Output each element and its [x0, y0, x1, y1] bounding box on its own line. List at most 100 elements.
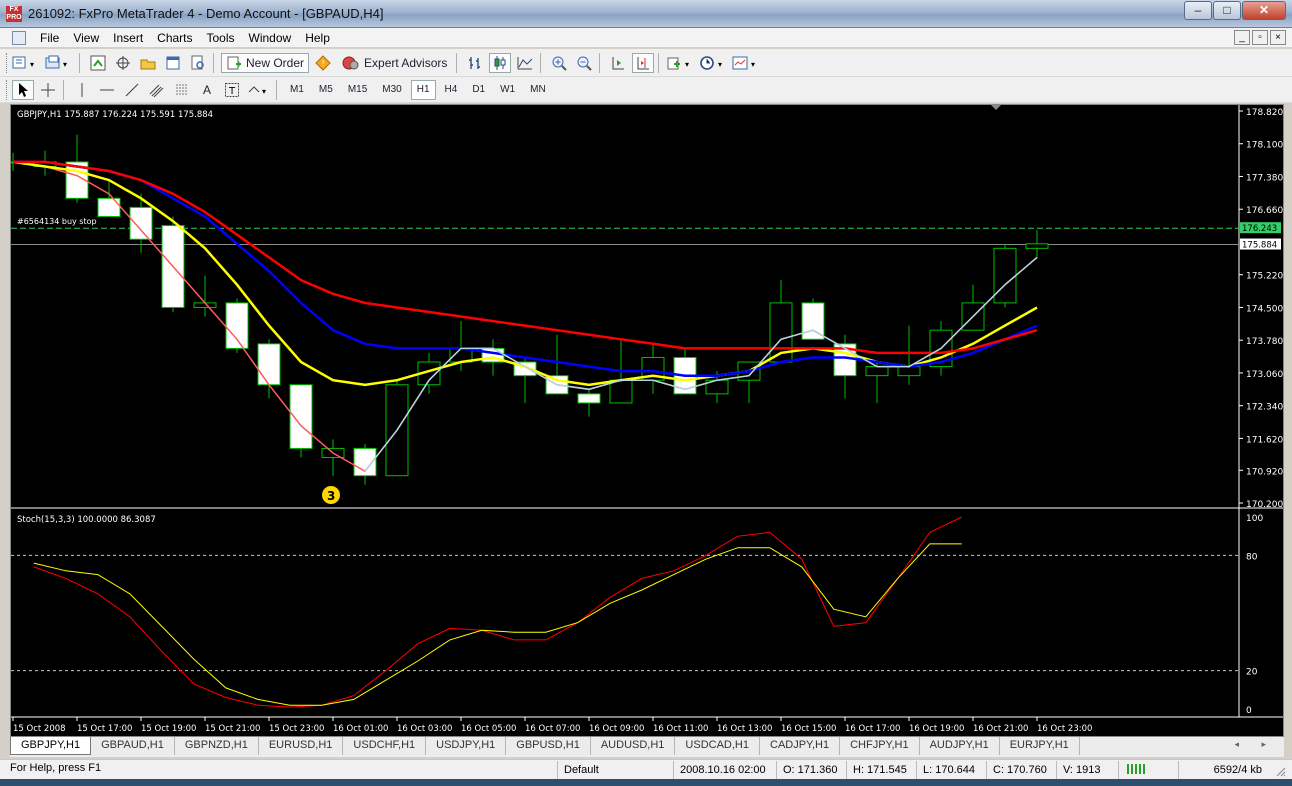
resize-grip-icon[interactable] [1274, 765, 1286, 777]
timeframe-h1-button[interactable]: H1 [410, 79, 436, 100]
candle-body [609, 379, 633, 404]
text-tool-label: A [202, 82, 211, 97]
maximize-button[interactable]: □ [1213, 1, 1241, 20]
text-label-button[interactable]: T [221, 80, 243, 100]
auto-scroll-button[interactable] [607, 53, 629, 73]
separator [63, 79, 64, 100]
tab-scroll-arrows[interactable]: ◂ ▸ [1234, 739, 1276, 750]
horizontal-line-icon [100, 89, 114, 90]
terminal-icon [166, 56, 180, 69]
new-order-button[interactable]: New Order [221, 52, 310, 73]
timeframe-m1-button[interactable]: M1 [284, 80, 310, 100]
indicators-button[interactable]: ▾ [666, 53, 696, 73]
candle-body [257, 343, 281, 386]
chart-tab[interactable]: GBPNZD,H1 [175, 737, 259, 755]
menu-tools[interactable]: Tools [201, 31, 243, 45]
bar-chart-button[interactable] [464, 53, 486, 73]
timeframe-d1-button[interactable]: D1 [466, 80, 491, 100]
child-minimize-button[interactable]: _ [1234, 30, 1250, 45]
line-chart-button[interactable] [514, 53, 536, 73]
navigator-button[interactable] [137, 53, 159, 73]
stoch-header: Stoch(15,3,3) 100.0000 86.3087 [17, 515, 156, 525]
stoch-line [33, 543, 962, 706]
chart-tab[interactable]: AUDJPY,H1 [920, 737, 1000, 755]
candle-body [129, 206, 153, 240]
chart-tab[interactable]: USDJPY,H1 [426, 737, 507, 755]
arrows-icon: ▾ [248, 85, 266, 96]
chart-tab[interactable]: EURUSD,H1 [259, 737, 344, 755]
fibonacci-button[interactable] [171, 80, 193, 100]
new-chart-button[interactable]: ▾ [12, 53, 42, 73]
minimize-button[interactable]: – [1184, 1, 1212, 20]
time-axis-label: 15 Oct 23:00 [269, 724, 324, 734]
menu-window[interactable]: Window [243, 31, 300, 45]
child-restore-button[interactable]: ▫ [1252, 30, 1268, 45]
zoom-in-button[interactable] [548, 53, 570, 73]
chart-tab[interactable]: CADJPY,H1 [760, 737, 841, 755]
templates-button[interactable]: ▾ [732, 53, 762, 73]
vertical-line-button[interactable] [71, 80, 93, 100]
warning-diamond-icon: ! [315, 54, 331, 71]
menu-charts[interactable]: Charts [151, 31, 200, 45]
timeframe-m15-button[interactable]: M15 [342, 80, 373, 100]
time-axis-label: 16 Oct 09:00 [589, 724, 644, 734]
expert-advisors-button[interactable]: Expert Advisors [337, 53, 452, 73]
separator [213, 52, 214, 73]
chart-canvas[interactable]: 178.820 178.100 177.380 176.660 175.220 174.5… [1, 105, 1283, 736]
time-axis-label: 16 Oct 13:00 [717, 724, 772, 734]
profiles-button[interactable]: ▾ [45, 53, 75, 73]
separator [658, 52, 660, 73]
market-watch-button[interactable] [87, 53, 109, 73]
time-axis-label: 15 Oct 2008 [13, 724, 66, 734]
alert-button[interactable]: ! [312, 53, 334, 73]
indicators-icon: ▾ [667, 57, 689, 69]
child-close-button[interactable]: × [1270, 30, 1286, 45]
terminal-button[interactable] [162, 53, 184, 73]
trendline-button[interactable] [121, 80, 143, 100]
menu-insert[interactable]: Insert [107, 31, 151, 45]
chart-tab[interactable]: GBPAUD,H1 [91, 737, 175, 755]
chart-tab[interactable]: USDCAD,H1 [675, 737, 760, 755]
menu-view[interactable]: View [67, 31, 107, 45]
cursor-button[interactable] [12, 79, 34, 100]
status-datetime: 2008.10.16 02:00 [673, 761, 776, 779]
data-window-button[interactable] [112, 53, 134, 73]
bid-price-label: 175.884 [1242, 241, 1277, 251]
timeframe-mn-button[interactable]: MN [524, 80, 552, 100]
chart-tab[interactable]: USDCHF,H1 [343, 737, 427, 755]
zoom-in-icon [552, 56, 568, 71]
menu-file[interactable]: File [34, 31, 67, 45]
chart-tab[interactable]: GBPJPY,H1 [10, 737, 92, 755]
chart-tab[interactable]: GBPUSD,H1 [506, 737, 591, 755]
crosshair-icon [41, 82, 55, 97]
line-chart-icon [517, 56, 533, 69]
status-profile[interactable]: Default [557, 761, 673, 779]
chart-shift-button[interactable] [632, 52, 655, 73]
toolbar-grip [6, 52, 9, 73]
status-high: H: 171.545 [846, 761, 916, 779]
chart-tab[interactable]: CHFJPY,H1 [840, 737, 920, 755]
strategy-tester-button[interactable] [187, 53, 209, 73]
status-bar: For Help, press F1 Default 2008.10.16 02… [0, 759, 1292, 779]
document-icon[interactable] [12, 30, 26, 45]
crosshair-button[interactable] [37, 80, 59, 100]
menu-help[interactable]: Help [299, 31, 338, 45]
periods-button[interactable]: ▾ [699, 53, 729, 73]
chart-window[interactable]: 178.820 178.100 177.380 176.660 175.220 174.5… [1, 104, 1284, 737]
arrows-button[interactable]: ▾ [246, 80, 272, 100]
zoom-out-button[interactable] [573, 53, 595, 73]
timeframe-m5-button[interactable]: M5 [313, 80, 339, 100]
equidistant-channel-button[interactable] [146, 80, 168, 100]
text-tool-button[interactable]: A [196, 80, 218, 100]
candlestick-button[interactable] [489, 52, 512, 73]
time-axis-label: 15 Oct 17:00 [77, 724, 132, 734]
price-axis-label: 178.100 [1246, 141, 1283, 151]
timeframe-h4-button[interactable]: H4 [439, 80, 464, 100]
horizontal-line-button[interactable] [96, 80, 118, 100]
price-axis-label: 173.780 [1246, 337, 1283, 347]
chart-tab[interactable]: AUDUSD,H1 [591, 737, 676, 755]
timeframe-w1-button[interactable]: W1 [494, 80, 521, 100]
timeframe-m30-button[interactable]: M30 [376, 80, 407, 100]
chart-tab[interactable]: EURJPY,H1 [1000, 737, 1080, 755]
close-button[interactable]: ✕ [1242, 1, 1286, 20]
